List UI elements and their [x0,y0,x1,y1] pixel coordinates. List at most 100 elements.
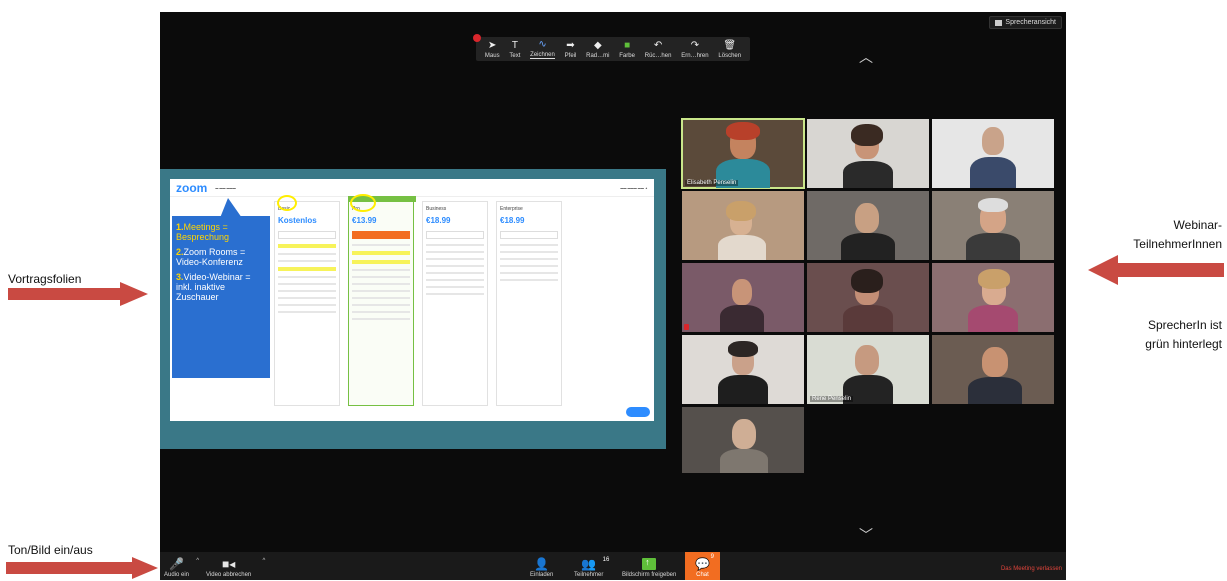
callout-num: 1. [176,222,184,232]
draw-icon: ∿ [538,39,547,50]
plan-business: Business €18.99 [422,201,488,406]
plan-enterprise: Enterprise €18.99 [496,201,562,406]
chevron-down-icon[interactable]: ﹀ [859,525,873,545]
tool-mouse[interactable]: ➤ Maus [484,41,500,60]
tool-draw[interactable]: ∿ Zeichnen [530,40,555,59]
video-button[interactable]: ■◂ Video abbrechen ^ [206,557,265,578]
muted-mic-icon: 🎤 [169,557,184,571]
participant-hair [726,201,756,221]
chat-count: 9 [710,554,714,560]
slide-nav-right: ▬▬ ▬▬▬ ▬▬ ▲ [620,185,648,190]
eraser-icon: ◆ [593,40,602,51]
participant-body [843,161,893,188]
plan-price: Kostenlos [278,216,317,225]
invite-icon: 👤 [534,557,550,571]
share-screen-button[interactable]: Bildschirm freigeben [622,557,676,578]
participants-button[interactable]: 👥 Teilnehmer 16 [574,557,609,578]
speaker-note: SprecherIn ist grün hinterlegt [1070,316,1222,354]
participant-hair [978,198,1008,212]
tool-clear[interactable]: 🗑 Löschen [718,41,741,60]
invite-button[interactable]: 👤 Einladen [530,558,553,578]
plan-line [278,283,336,285]
plan-line [426,265,484,267]
participant-name: Elisabeth Penselin [685,180,739,186]
participants-annotation: Webinar- TeilnehmerInnen [1070,216,1222,254]
plan-button [500,231,558,239]
tool-arrow[interactable]: ➡ Pfeil [565,40,577,60]
undo-icon: ↶ [653,40,663,51]
tool-undo[interactable]: ↶ Rüc…hen [644,40,672,60]
plan-button [352,231,410,239]
participant-tile[interactable] [932,191,1054,260]
plan-line [278,276,336,278]
tool-label: Rad…mi [586,53,610,59]
audio-button[interactable]: 🎤 Audio ein ^ [164,557,199,578]
participant-tile[interactable] [932,335,1054,404]
callout-pointer [220,198,242,218]
participant-tile[interactable] [807,263,929,332]
participant-tile[interactable] [932,263,1054,332]
participant-tile[interactable] [807,119,929,188]
participant-body [841,233,895,260]
annotation-ring [277,195,297,211]
participant-face [982,347,1008,377]
plan-line [426,244,484,246]
close-annotation-icon[interactable] [473,34,481,42]
participant-body [720,449,768,473]
plan-price: €13.99 [352,216,377,225]
participant-tile[interactable] [682,263,804,332]
participant-tile[interactable] [807,191,929,260]
plan-line [278,297,336,299]
video-camera-icon: ■◂ [221,557,236,571]
participants-icon: 👥 [581,557,597,571]
plan-line [278,311,336,313]
participant-tile[interactable] [682,191,804,260]
participant-face [732,279,752,305]
participant-body [720,305,764,332]
muted-mic-icon [684,324,689,330]
callout-item: 3.Video-Webinar = inkl. inaktive Zuschau… [176,272,266,302]
callout-item: 2.Zoom Rooms = Video-Konferenz [176,247,266,267]
plan-line [500,265,558,267]
chevron-up-icon[interactable]: ^ [262,558,265,564]
participant-tile[interactable] [932,119,1054,188]
speaker-note-line2: grün hinterlegt [1145,337,1222,351]
participants-annotation-line1: Webinar- [1173,218,1222,232]
tool-redo[interactable]: ↷ Ern…hren [681,41,708,60]
leave-meeting-button[interactable]: Das Meeting verlassen [1001,566,1062,572]
participant-body [970,157,1016,188]
tool-text[interactable]: T Text [509,41,521,60]
participant-hair [851,124,883,146]
participant-tile-speaker[interactable]: Elisabeth Penselin [681,118,805,189]
participant-tile-rene[interactable]: Rene Penselin [807,335,929,404]
plan-line [500,272,558,274]
callout-title: Meetings [183,222,221,232]
tool-eraser[interactable]: ◆ Rad…mi [586,40,610,60]
tool-color[interactable]: ■ Farbe [619,41,635,60]
participants-arrow [1088,255,1224,285]
av-arrow [6,557,158,579]
audio-label: Audio ein [164,572,190,578]
screenshot: Vortragsfolien Webinar- TeilnehmerInnen … [0,0,1227,581]
tool-label: Text [509,53,521,59]
plan-line [278,260,336,262]
arrow-icon: ➡ [566,40,575,51]
annotation-toolbar: ➤ Maus T Text ∿ Zeichnen ➡ Pfeil ◆ Rad…mi ■ Fa… [473,34,750,61]
participant-tile[interactable] [682,335,804,404]
chevron-up-icon[interactable]: ︿ [859,47,873,67]
speaker-view-label: Sprecheransicht [1005,19,1056,26]
participant-hair [978,269,1010,289]
tool-label: Rüc…hen [644,53,672,59]
speaker-view-button[interactable]: Sprecheransicht [989,16,1062,29]
tool-label: Zeichnen [530,52,555,59]
presentation-slide: zoom ▬ ▬▬ ▬▬▬ ▬▬ ▬▬▬ ▬▬ ▲ 1.Meetings = B… [170,179,654,421]
participant-tile[interactable] [682,407,804,473]
chevron-up-icon[interactable]: ^ [196,558,199,564]
participant-face [855,203,879,233]
participants-annotation-line2: TeilnehmerInnen [1133,237,1222,251]
participant-hair [726,122,760,140]
tool-label: Maus [484,53,500,59]
plan-line [500,251,558,253]
tool-label: Farbe [619,53,635,59]
chat-button[interactable]: 💬 Chat 9 [685,552,720,580]
